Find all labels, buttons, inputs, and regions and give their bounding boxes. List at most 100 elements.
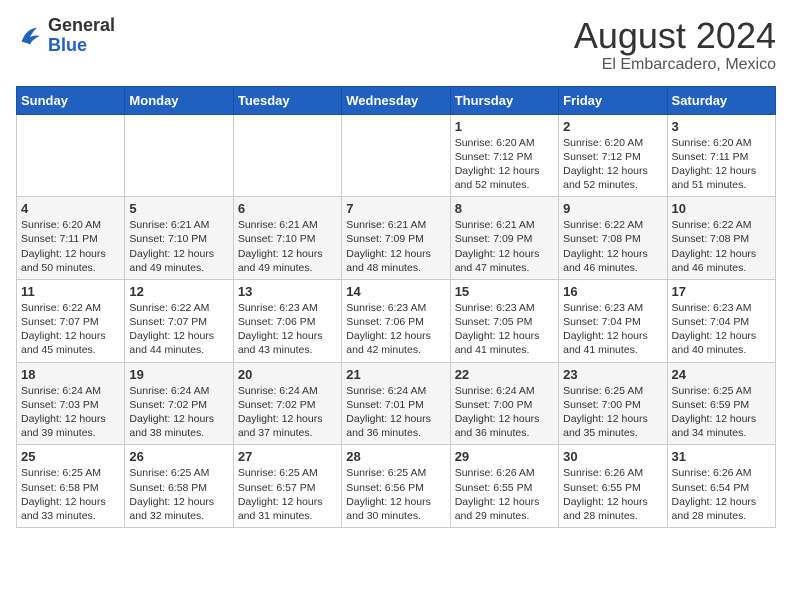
day-number: 15 — [455, 284, 554, 299]
day-content: Sunrise: 6:25 AM Sunset: 6:58 PM Dayligh… — [129, 466, 228, 523]
day-content: Sunrise: 6:20 AM Sunset: 7:12 PM Dayligh… — [455, 136, 554, 193]
weekday-header-row: SundayMondayTuesdayWednesdayThursdayFrid… — [17, 86, 776, 114]
day-content: Sunrise: 6:24 AM Sunset: 7:03 PM Dayligh… — [21, 384, 120, 441]
calendar-cell: 17 Sunrise: 6:23 AM Sunset: 7:04 PM Dayli… — [667, 279, 775, 362]
day-number: 19 — [129, 367, 228, 382]
weekday-header: Tuesday — [233, 86, 341, 114]
calendar-cell: 22 Sunrise: 6:24 AM Sunset: 7:00 PM Dayli… — [450, 362, 558, 445]
day-content: Sunrise: 6:24 AM Sunset: 7:01 PM Dayligh… — [346, 384, 445, 441]
day-content: Sunrise: 6:21 AM Sunset: 7:09 PM Dayligh… — [346, 218, 445, 275]
calendar-cell: 24 Sunrise: 6:25 AM Sunset: 6:59 PM Dayli… — [667, 362, 775, 445]
day-content: Sunrise: 6:21 AM Sunset: 7:10 PM Dayligh… — [129, 218, 228, 275]
day-content: Sunrise: 6:21 AM Sunset: 7:10 PM Dayligh… — [238, 218, 337, 275]
day-number: 13 — [238, 284, 337, 299]
calendar-cell: 25Sunrise: 6:25 AM Sunset: 6:58 PM Dayli… — [17, 445, 125, 528]
day-number: 27 — [238, 449, 337, 464]
day-number: 6 — [238, 201, 337, 216]
calendar-cell: 23Sunrise: 6:25 AM Sunset: 7:00 PM Dayli… — [559, 362, 667, 445]
calendar-week-row: 18 Sunrise: 6:24 AM Sunset: 7:03 PM Dayli… — [17, 362, 776, 445]
day-content: Sunrise: 6:20 AM Sunset: 7:11 PM Dayligh… — [21, 218, 120, 275]
day-content: Sunrise: 6:22 AM Sunset: 7:07 PM Dayligh… — [129, 301, 228, 358]
day-content: Sunrise: 6:24 AM Sunset: 7:02 PM Dayligh… — [129, 384, 228, 441]
day-number: 31 — [672, 449, 771, 464]
weekday-header: Friday — [559, 86, 667, 114]
calendar-week-row: 11 Sunrise: 6:22 AM Sunset: 7:07 PM Dayli… — [17, 279, 776, 362]
day-number: 10 — [672, 201, 771, 216]
day-number: 16 — [563, 284, 662, 299]
calendar-cell: 31 Sunrise: 6:26 AM Sunset: 6:54 PM Dayli… — [667, 445, 775, 528]
calendar-cell: 9Sunrise: 6:22 AM Sunset: 7:08 PM Daylig… — [559, 197, 667, 280]
calendar-cell: 4 Sunrise: 6:20 AM Sunset: 7:11 PM Daylig… — [17, 197, 125, 280]
calendar-cell — [342, 114, 450, 197]
day-number: 22 — [455, 367, 554, 382]
day-number: 7 — [346, 201, 445, 216]
calendar-cell — [17, 114, 125, 197]
logo-general-text: General — [48, 15, 115, 35]
day-content: Sunrise: 6:25 AM Sunset: 6:59 PM Dayligh… — [672, 384, 771, 441]
calendar-cell: 13Sunrise: 6:23 AM Sunset: 7:06 PM Dayli… — [233, 279, 341, 362]
day-content: Sunrise: 6:24 AM Sunset: 7:02 PM Dayligh… — [238, 384, 337, 441]
calendar-cell: 2 Sunrise: 6:20 AM Sunset: 7:12 PM Daylig… — [559, 114, 667, 197]
day-content: Sunrise: 6:23 AM Sunset: 7:05 PM Dayligh… — [455, 301, 554, 358]
calendar-cell: 30 Sunrise: 6:26 AM Sunset: 6:55 PM Dayli… — [559, 445, 667, 528]
day-number: 4 — [21, 201, 120, 216]
day-content: Sunrise: 6:25 AM Sunset: 6:58 PM Dayligh… — [21, 466, 120, 523]
title-block: August 2024 El Embarcadero, Mexico — [574, 16, 776, 74]
day-number: 11 — [21, 284, 120, 299]
day-number: 29 — [455, 449, 554, 464]
day-content: Sunrise: 6:22 AM Sunset: 7:08 PM Dayligh… — [563, 218, 662, 275]
day-content: Sunrise: 6:25 AM Sunset: 6:56 PM Dayligh… — [346, 466, 445, 523]
calendar-cell: 8 Sunrise: 6:21 AM Sunset: 7:09 PM Daylig… — [450, 197, 558, 280]
day-number: 26 — [129, 449, 228, 464]
weekday-header: Thursday — [450, 86, 558, 114]
day-number: 30 — [563, 449, 662, 464]
calendar-cell: 3 Sunrise: 6:20 AM Sunset: 7:11 PM Daylig… — [667, 114, 775, 197]
calendar-table: SundayMondayTuesdayWednesdayThursdayFrid… — [16, 86, 776, 528]
day-number: 21 — [346, 367, 445, 382]
day-content: Sunrise: 6:24 AM Sunset: 7:00 PM Dayligh… — [455, 384, 554, 441]
calendar-cell: 12Sunrise: 6:22 AM Sunset: 7:07 PM Dayli… — [125, 279, 233, 362]
calendar-cell: 7 Sunrise: 6:21 AM Sunset: 7:09 PM Daylig… — [342, 197, 450, 280]
day-content: Sunrise: 6:21 AM Sunset: 7:09 PM Dayligh… — [455, 218, 554, 275]
day-content: Sunrise: 6:26 AM Sunset: 6:54 PM Dayligh… — [672, 466, 771, 523]
weekday-header: Monday — [125, 86, 233, 114]
calendar-cell: 6 Sunrise: 6:21 AM Sunset: 7:10 PM Daylig… — [233, 197, 341, 280]
day-number: 24 — [672, 367, 771, 382]
day-content: Sunrise: 6:26 AM Sunset: 6:55 PM Dayligh… — [563, 466, 662, 523]
calendar-week-row: 1 Sunrise: 6:20 AM Sunset: 7:12 PM Daylig… — [17, 114, 776, 197]
day-number: 8 — [455, 201, 554, 216]
calendar-cell: 10 Sunrise: 6:22 AM Sunset: 7:08 PM Dayli… — [667, 197, 775, 280]
day-content: Sunrise: 6:23 AM Sunset: 7:04 PM Dayligh… — [672, 301, 771, 358]
day-content: Sunrise: 6:23 AM Sunset: 7:06 PM Dayligh… — [346, 301, 445, 358]
day-number: 3 — [672, 119, 771, 134]
calendar-cell: 20Sunrise: 6:24 AM Sunset: 7:02 PM Dayli… — [233, 362, 341, 445]
day-number: 1 — [455, 119, 554, 134]
calendar-cell: 28 Sunrise: 6:25 AM Sunset: 6:56 PM Dayli… — [342, 445, 450, 528]
calendar-cell: 26 Sunrise: 6:25 AM Sunset: 6:58 PM Dayli… — [125, 445, 233, 528]
weekday-header: Sunday — [17, 86, 125, 114]
day-number: 18 — [21, 367, 120, 382]
logo-bird-icon — [16, 22, 44, 50]
day-content: Sunrise: 6:20 AM Sunset: 7:12 PM Dayligh… — [563, 136, 662, 193]
calendar-cell: 1 Sunrise: 6:20 AM Sunset: 7:12 PM Daylig… — [450, 114, 558, 197]
calendar-cell: 18 Sunrise: 6:24 AM Sunset: 7:03 PM Dayli… — [17, 362, 125, 445]
calendar-cell: 16 Sunrise: 6:23 AM Sunset: 7:04 PM Dayli… — [559, 279, 667, 362]
day-content: Sunrise: 6:22 AM Sunset: 7:08 PM Dayligh… — [672, 218, 771, 275]
day-content: Sunrise: 6:20 AM Sunset: 7:11 PM Dayligh… — [672, 136, 771, 193]
day-number: 2 — [563, 119, 662, 134]
calendar-cell: 15 Sunrise: 6:23 AM Sunset: 7:05 PM Dayli… — [450, 279, 558, 362]
page-header: General Blue August 2024 El Embarcadero,… — [16, 16, 776, 74]
day-content: Sunrise: 6:22 AM Sunset: 7:07 PM Dayligh… — [21, 301, 120, 358]
day-number: 14 — [346, 284, 445, 299]
day-number: 28 — [346, 449, 445, 464]
location-subtitle: El Embarcadero, Mexico — [574, 56, 776, 74]
day-number: 5 — [129, 201, 228, 216]
day-content: Sunrise: 6:25 AM Sunset: 7:00 PM Dayligh… — [563, 384, 662, 441]
weekday-header: Wednesday — [342, 86, 450, 114]
logo-blue-text: Blue — [48, 35, 87, 55]
day-content: Sunrise: 6:23 AM Sunset: 7:04 PM Dayligh… — [563, 301, 662, 358]
day-content: Sunrise: 6:26 AM Sunset: 6:55 PM Dayligh… — [455, 466, 554, 523]
calendar-cell: 14 Sunrise: 6:23 AM Sunset: 7:06 PM Dayli… — [342, 279, 450, 362]
day-number: 17 — [672, 284, 771, 299]
calendar-cell: 19 Sunrise: 6:24 AM Sunset: 7:02 PM Dayli… — [125, 362, 233, 445]
